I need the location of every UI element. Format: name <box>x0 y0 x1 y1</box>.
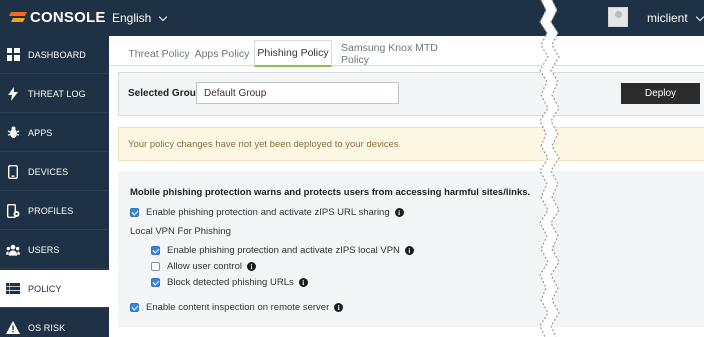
sidebar-item-label: USERS <box>28 244 60 255</box>
local-vpn-section-label: Local VPN For Phishing <box>130 226 231 237</box>
tab-threat-policy[interactable]: Threat Policy <box>119 40 199 67</box>
sidebar-item-users[interactable]: USERS <box>0 231 109 269</box>
content-inspection-option: Enable content inspection on remote serv… <box>130 302 344 313</box>
sidebar-item-dashboard[interactable]: DASHBOARD <box>0 36 109 74</box>
username: miclient <box>647 11 688 25</box>
local-vpn-option: Enable phishing protection and activate … <box>151 245 414 256</box>
sidebar-item-threat-log[interactable]: THREAT LOG <box>0 75 109 113</box>
policy-tabs: Threat Policy Apps Policy Phishing Polic… <box>109 36 704 67</box>
sidebar-item-policy[interactable]: POLICY <box>0 270 109 308</box>
top-bar: CONSOLE English miclient <box>0 0 704 36</box>
language-selector[interactable]: English <box>112 11 168 25</box>
lightning-icon <box>6 86 20 101</box>
sidebar-item-label: DASHBOARD <box>28 49 86 60</box>
info-icon[interactable]: i <box>298 278 308 287</box>
user-control-label: Allow user control <box>167 261 242 272</box>
list-icon <box>6 282 20 296</box>
group-select[interactable]: Default Group <box>196 82 399 104</box>
sidebar-item-label: DEVICES <box>28 166 69 177</box>
info-icon[interactable]: i <box>246 262 256 271</box>
sidebar-item-profiles[interactable]: PROFILES <box>0 192 109 230</box>
info-icon[interactable]: i <box>404 246 414 255</box>
sidebar-item-label: OS RISK <box>28 322 66 333</box>
users-icon <box>6 243 20 257</box>
warning-icon <box>6 321 20 335</box>
content-inspection-checkbox[interactable] <box>130 303 139 312</box>
logo-text: CONSOLE <box>30 9 106 26</box>
tab-apps-policy[interactable]: Apps Policy <box>193 40 251 67</box>
logo[interactable]: CONSOLE <box>9 9 106 26</box>
sidebar-item-os-risk[interactable]: OS RISK <box>0 309 109 337</box>
tab-phishing-policy[interactable]: Phishing Policy <box>254 40 332 67</box>
deploy-button[interactable]: Deploy <box>621 83 700 104</box>
sidebar: DASHBOARD THREAT LOG APPS DEVICES PROFIL… <box>0 36 109 337</box>
info-icon[interactable]: i <box>394 208 404 217</box>
url-sharing-option: Enable phishing protection and activate … <box>130 207 404 218</box>
sidebar-item-devices[interactable]: DEVICES <box>0 153 109 191</box>
alert-text: Your policy changes have not yet been de… <box>128 139 399 150</box>
sidebar-item-label: APPS <box>28 127 53 138</box>
user-menu[interactable]: miclient <box>647 11 704 25</box>
language-label: English <box>112 11 152 25</box>
sidebar-item-apps[interactable]: APPS <box>0 114 109 152</box>
user-control-option: Allow user control i <box>151 261 256 272</box>
bug-icon <box>6 126 20 140</box>
phone-icon <box>6 164 20 179</box>
url-sharing-checkbox[interactable] <box>130 208 139 217</box>
local-vpn-checkbox[interactable] <box>151 246 160 255</box>
local-vpn-label: Enable phishing protection and activate … <box>167 245 400 256</box>
user-control-checkbox[interactable] <box>151 262 160 271</box>
sidebar-item-label: THREAT LOG <box>28 88 86 99</box>
chevron-down-icon <box>159 12 168 21</box>
sidebar-item-label: POLICY <box>28 283 62 294</box>
block-urls-checkbox[interactable] <box>151 278 160 287</box>
info-icon[interactable]: i <box>334 303 344 312</box>
sidebar-item-label: PROFILES <box>28 205 74 216</box>
dashboard-icon <box>6 48 20 62</box>
chevron-down-icon <box>695 12 704 21</box>
profile-gear-icon <box>6 203 20 218</box>
block-urls-label: Block detected phishing URLs <box>167 277 294 288</box>
phishing-description: Mobile phishing protection warns and pro… <box>130 187 531 198</box>
block-urls-option: Block detected phishing URLs i <box>151 277 308 288</box>
content-inspection-label: Enable content inspection on remote serv… <box>146 302 330 313</box>
logo-icon <box>9 10 27 26</box>
url-sharing-label: Enable phishing protection and activate … <box>146 207 390 218</box>
tab-samsung-knox-mtd-policy[interactable]: Samsung Knox MTD Policy <box>341 40 453 67</box>
selected-group-label: Selected Group <box>128 88 202 99</box>
avatar[interactable] <box>608 7 628 27</box>
